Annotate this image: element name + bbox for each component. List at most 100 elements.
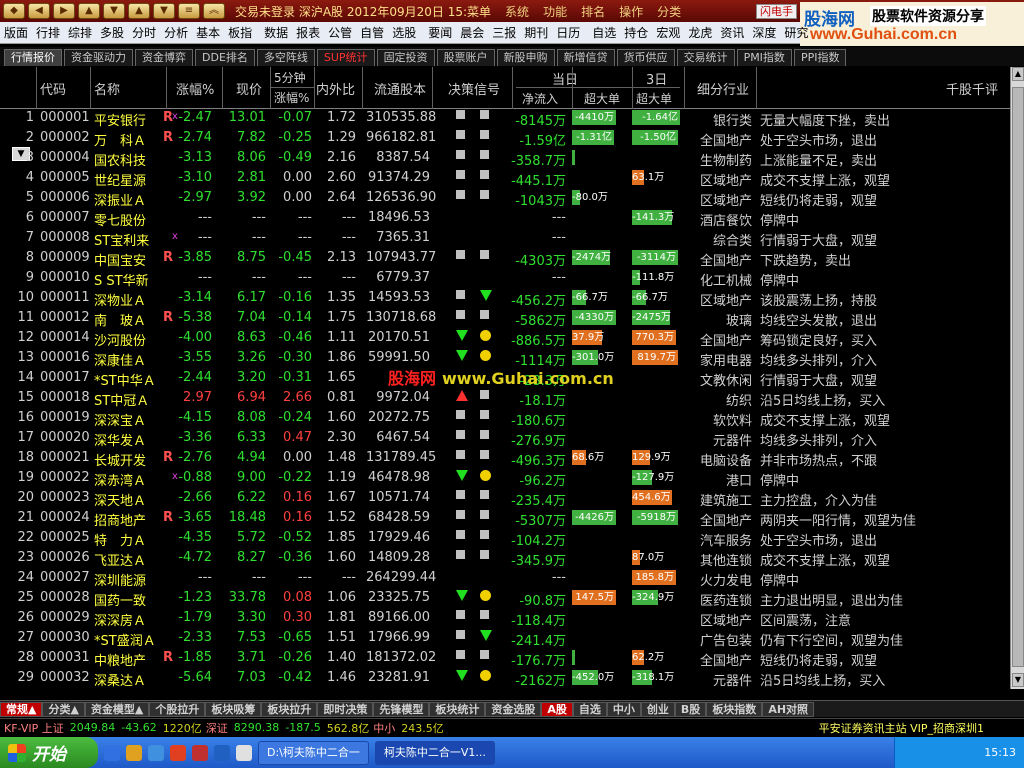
table-row[interactable]: 9 000010 S ST华新 --- --- --- --- 6779.37 --- -111.… xyxy=(0,269,1010,289)
menu-system[interactable]: 系统 xyxy=(505,3,529,20)
menu-item-1[interactable]: 行排 xyxy=(32,24,64,41)
menu-item-15[interactable]: 三报 xyxy=(488,24,520,41)
stock-name[interactable]: 国农科技 xyxy=(94,150,146,169)
table-row[interactable]: 24 000027 深圳能源 --- --- --- --- 264299.44 --- 185.… xyxy=(0,569,1010,589)
bottom-tab-2[interactable]: 资金模型▲ xyxy=(84,701,150,717)
menu-item-20[interactable]: 宏观 xyxy=(652,24,684,41)
tab-6[interactable]: 固定投资 xyxy=(376,49,435,66)
table-row[interactable]: 1 000001 平安银行 Rx -2.47 13.01 -0.07 1.72 310535.8… xyxy=(0,109,1010,129)
table-row[interactable]: 19 000022 深赤湾Ａ x -0.88 9.00 -0.22 1.19 46478.98-… xyxy=(0,469,1010,489)
bottom-tab-7[interactable]: 先锋模型 xyxy=(373,701,430,717)
bottom-tab-16[interactable]: AH对照 xyxy=(762,701,815,717)
stock-name[interactable]: 中国宝安 xyxy=(94,250,146,269)
back-button[interactable]: ◀ xyxy=(28,3,50,19)
stock-name[interactable]: 深康佳Ａ xyxy=(94,350,146,369)
stock-name[interactable]: 国药一致 xyxy=(94,590,146,609)
table-row[interactable]: 6 000007 零七股份 --- --- --- --- 18496.53 --- -141.3… xyxy=(0,209,1010,229)
col-net-inflow[interactable]: 净流入 xyxy=(522,90,558,107)
stock-name[interactable]: 世纪星源 xyxy=(94,170,146,189)
tab-3[interactable]: DDE排名 xyxy=(195,49,255,66)
menu-operation[interactable]: 操作 xyxy=(619,3,643,20)
stock-name[interactable]: 万 科Ａ xyxy=(94,130,146,149)
stock-name[interactable]: 深振业Ａ xyxy=(94,190,146,209)
table-row[interactable]: 3 000004 国农科技 -3.13 8.06 -0.49 2.16 8387.54 -358… xyxy=(0,149,1010,169)
stock-name[interactable]: *ST中华Ａ xyxy=(94,370,156,389)
table-row[interactable]: 8 000009 中国宝安 R -3.85 8.75 -0.45 2.13 107943.77-… xyxy=(0,249,1010,269)
menu-item-19[interactable]: 持仓 xyxy=(620,24,652,41)
stock-name[interactable]: 长城开发 xyxy=(94,450,146,469)
task-app[interactable]: 柯夫陈中二合一V1... xyxy=(374,740,495,765)
menu-item-21[interactable]: 龙虎 xyxy=(684,24,716,41)
menu-item-9[interactable]: 报表 xyxy=(292,24,324,41)
menu-item-10[interactable]: 公管 xyxy=(324,24,356,41)
col-industry[interactable]: 细分行业 xyxy=(697,79,749,98)
stock-name[interactable]: 中粮地产 xyxy=(94,650,146,669)
bottom-tab-3[interactable]: 个股拉升 xyxy=(149,701,206,717)
table-row[interactable]: 22 000025 特 力Ａ -4.35 5.72 -0.52 1.85 17929.46 -1… xyxy=(0,529,1010,549)
tab-8[interactable]: 新股申购 xyxy=(496,49,555,66)
col-chg[interactable]: 涨幅% xyxy=(176,79,214,98)
scroll-thumb[interactable] xyxy=(1012,87,1024,667)
tab-12[interactable]: PMI指数 xyxy=(736,49,792,66)
bottom-tab-13[interactable]: 创业 xyxy=(640,701,675,717)
menu-function[interactable]: 功能 xyxy=(543,3,567,20)
tab-1[interactable]: 资金驱动力 xyxy=(64,49,133,66)
ie-icon[interactable] xyxy=(104,744,120,761)
table-row[interactable]: 4 000005 世纪星源 -3.10 2.81 0.00 2.60 91374.29 -445… xyxy=(0,169,1010,189)
col-super-3day[interactable]: 超大单 xyxy=(636,90,672,107)
col-price[interactable]: 现价 xyxy=(236,79,262,98)
menu-item-22[interactable]: 资讯 xyxy=(716,24,748,41)
menu-item-11[interactable]: 自管 xyxy=(356,24,388,41)
table-row[interactable]: 20 000023 深天地Ａ -2.66 6.22 0.16 1.67 10571.74 -23… xyxy=(0,489,1010,509)
table-row[interactable]: 7 000008 ST宝利来 x --- --- --- --- 7365.31 --- 综合类 行情… xyxy=(0,229,1010,249)
menu-item-13[interactable]: 要闻 xyxy=(424,24,456,41)
stock-name[interactable]: 深圳能源 xyxy=(94,570,146,589)
menu-item-24[interactable]: 研究 xyxy=(780,24,812,41)
table-row[interactable]: 2 000002 万 科Ａ R -2.74 7.82 -0.25 1.29 966182.81-… xyxy=(0,129,1010,149)
col-super-day[interactable]: 超大单 xyxy=(584,90,620,107)
expand-button[interactable]: ︽ xyxy=(203,3,225,19)
stock-name[interactable]: 南 玻Ａ xyxy=(94,310,146,329)
tab-11[interactable]: 交易统计 xyxy=(676,49,735,66)
menu-item-3[interactable]: 多股 xyxy=(96,24,128,41)
bottom-tab-6[interactable]: 即时决策 xyxy=(317,701,374,717)
app-icon-1[interactable] xyxy=(170,744,186,761)
stock-name[interactable]: 平安银行 xyxy=(94,110,146,129)
home-button[interactable]: ◆ xyxy=(3,3,25,19)
menu-item-18[interactable]: 自选 xyxy=(588,24,620,41)
flash-trade-button[interactable]: 闪电手 xyxy=(756,4,797,19)
table-row[interactable]: 28 000031 中粮地产 R -1.85 3.71 -0.26 1.40 181372.02… xyxy=(0,649,1010,669)
stock-name[interactable]: *ST盛润Ａ xyxy=(94,630,156,649)
col-5min-top[interactable]: 5分钟 xyxy=(274,69,306,86)
down-button[interactable]: ▼ xyxy=(103,3,125,19)
stock-name[interactable]: 深深房Ａ xyxy=(94,610,146,629)
tab-7[interactable]: 股票账户 xyxy=(436,49,495,66)
table-row[interactable]: 12 000014 沙河股份 -4.00 8.63 -0.46 1.11 20170.51 -8… xyxy=(0,329,1010,349)
app-icon-2[interactable] xyxy=(192,744,208,761)
bottom-tab-9[interactable]: 资金选股 xyxy=(485,701,542,717)
menu-item-14[interactable]: 晨会 xyxy=(456,24,488,41)
page-up-button[interactable]: ▲ xyxy=(128,3,150,19)
page-down-button[interactable]: ▼ xyxy=(153,3,175,19)
col-name[interactable]: 名称 xyxy=(94,79,120,98)
fold-button[interactable]: ≡ xyxy=(178,3,200,19)
bottom-tab-11[interactable]: 自选 xyxy=(572,701,607,717)
tab-13[interactable]: PPI指数 xyxy=(793,49,847,66)
bottom-tab-8[interactable]: 板块统计 xyxy=(429,701,486,717)
table-row[interactable]: 29 000032 深桑达Ａ -5.64 7.03 -0.42 1.46 23281.91 -2… xyxy=(0,669,1010,689)
media-icon[interactable] xyxy=(148,744,164,761)
stock-name[interactable]: ST中冠Ａ xyxy=(94,390,149,409)
table-row[interactable]: 26 000029 深深房Ａ -1.79 3.30 0.30 1.81 89166.00 -11… xyxy=(0,609,1010,629)
stock-name[interactable]: 深桑达Ａ xyxy=(94,670,146,689)
menu-item-0[interactable]: 版面 xyxy=(0,24,32,41)
stock-name[interactable]: ST宝利来 xyxy=(94,230,149,249)
bottom-tab-5[interactable]: 板块拉升 xyxy=(261,701,318,717)
menu-item-16[interactable]: 期刊 xyxy=(520,24,552,41)
stock-name[interactable]: 深华发Ａ xyxy=(94,430,146,449)
stock-name[interactable]: 深物业Ａ xyxy=(94,290,146,309)
scroll-down-icon[interactable]: ▼ xyxy=(1012,673,1024,687)
stock-name[interactable]: 零七股份 xyxy=(94,210,146,229)
task-explorer[interactable]: D:\柯夫陈中二合一 xyxy=(258,740,369,765)
table-row[interactable]: 16 000019 深深宝Ａ -4.15 8.08 -0.24 1.60 20272.75 -1… xyxy=(0,409,1010,429)
col-code[interactable]: 代码 xyxy=(40,79,66,98)
